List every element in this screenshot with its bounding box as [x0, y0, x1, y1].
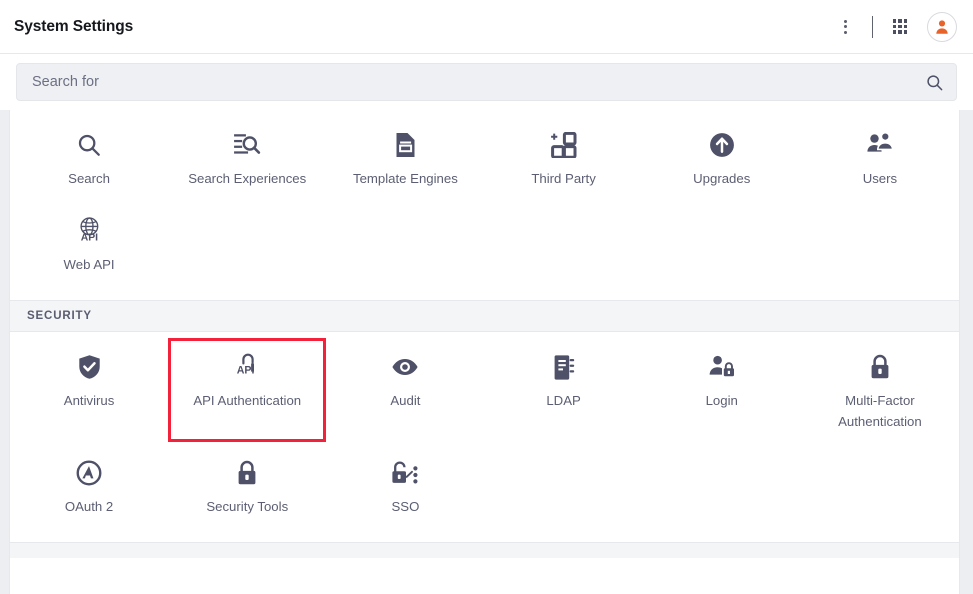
tile-label: Multi-Factor Authentication [838, 393, 922, 429]
next-section-strip [10, 542, 959, 558]
app-header: System Settings [0, 0, 973, 54]
circle-a-icon [76, 456, 102, 490]
page-title: System Settings [14, 17, 134, 35]
tile-upgrades[interactable]: Upgrades [643, 116, 801, 200]
tile-security-tools[interactable]: Security Tools [168, 444, 326, 528]
padlock-icon [869, 350, 891, 384]
settings-group-general: Search Search Experiences Template Engin… [10, 110, 959, 300]
tile-sso[interactable]: SSO [326, 444, 484, 528]
search-icon[interactable] [925, 73, 944, 92]
user-avatar-button[interactable] [927, 11, 957, 42]
settings-page: Search Search Experiences Template Engin… [0, 110, 973, 594]
header-divider [872, 15, 873, 38]
tile-web-api[interactable]: API Web API [10, 202, 168, 286]
tile-label: Audit [390, 393, 421, 408]
padlock-icon [236, 456, 258, 490]
puzzle-add-squares-icon [550, 128, 577, 162]
svg-text:API: API [236, 364, 254, 376]
header-actions [828, 10, 957, 44]
tile-label: Upgrades [693, 171, 751, 186]
settings-card: Search Search Experiences Template Engin… [9, 110, 960, 594]
tile-api-authentication[interactable]: API API Authentication [168, 338, 327, 442]
apps-grid-icon [892, 19, 908, 34]
tile-template-engines[interactable]: Template Engines [326, 116, 484, 200]
tile-label: Web API [63, 257, 115, 272]
tile-label: Template Engines [352, 171, 458, 186]
search-input[interactable] [32, 74, 925, 90]
tile-label: OAuth 2 [64, 499, 114, 514]
shield-check-icon [77, 350, 102, 384]
tile-antivirus[interactable]: Antivirus [10, 338, 168, 442]
search-box[interactable] [16, 63, 957, 101]
kebab-menu-icon [843, 19, 847, 34]
tile-label: Security Tools [206, 499, 289, 514]
svg-text:API: API [80, 233, 97, 244]
tile-third-party[interactable]: Third Party [485, 116, 643, 200]
tile-label: API Authentication [193, 393, 302, 408]
tile-grid-general: Search Search Experiences Template Engin… [10, 116, 959, 286]
tile-label: Search Experiences [188, 171, 307, 186]
section-heading-security: SECURITY [10, 300, 959, 332]
tile-multi-factor-authentication[interactable]: Multi-Factor Authentication [801, 338, 959, 442]
tile-label: Login [705, 393, 738, 408]
magnifier-icon [76, 128, 102, 162]
tile-grid-security: Antivirus API API Authentication Audit L… [10, 338, 959, 528]
circle-arrow-up-icon [709, 128, 735, 162]
tile-users[interactable]: Users [801, 116, 959, 200]
address-book-icon [552, 350, 576, 384]
settings-group-security: Antivirus API API Authentication Audit L… [10, 332, 959, 542]
person-lock-icon [708, 350, 736, 384]
tile-label: SSO [391, 499, 420, 514]
users-group-icon [866, 128, 894, 162]
document-search-icon [233, 128, 261, 162]
tile-label: Third Party [531, 171, 596, 186]
tile-ldap[interactable]: LDAP [485, 338, 643, 442]
kebab-menu-button[interactable] [828, 10, 862, 44]
tile-label: Antivirus [63, 393, 115, 408]
unlocked-padlock-api-icon: API [234, 350, 261, 384]
tile-label: Search [68, 171, 110, 186]
user-avatar-icon [936, 19, 948, 34]
tile-search[interactable]: Search [10, 116, 168, 200]
tile-search-experiences[interactable]: Search Experiences [168, 116, 326, 200]
tile-label: LDAP [546, 393, 581, 408]
tile-login[interactable]: Login [643, 338, 801, 442]
globe-api-icon: API [76, 214, 103, 248]
unlocked-padlock-dots-icon [391, 456, 420, 490]
document-icon [393, 128, 418, 162]
tile-oauth-2[interactable]: OAuth 2 [10, 444, 168, 528]
eye-icon [391, 350, 419, 384]
search-bar-row [0, 54, 973, 110]
tile-label: Users [862, 171, 898, 186]
tile-audit[interactable]: Audit [326, 338, 484, 442]
apps-grid-button[interactable] [883, 10, 917, 44]
